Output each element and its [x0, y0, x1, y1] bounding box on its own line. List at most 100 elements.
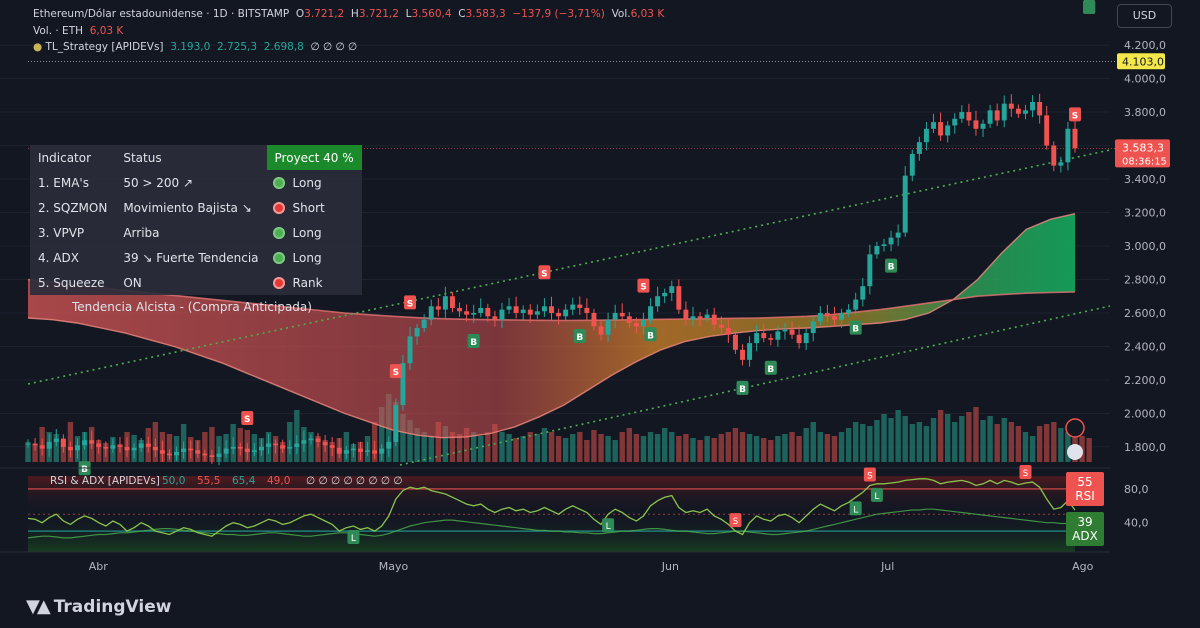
candle-body	[202, 453, 208, 456]
y-tick-label: 2.800,0	[1124, 273, 1166, 286]
volume-header: Vol. · ETH 6,03 K	[33, 25, 124, 37]
table-row: 1. EMA's 50 > 200 ↗ Long	[30, 170, 362, 195]
candle-body	[343, 450, 349, 454]
candle-body	[867, 254, 873, 287]
indicator-name: 4. ADX	[30, 245, 116, 270]
candle-body	[365, 450, 371, 452]
candle-body	[421, 319, 427, 329]
y-tick-label: 4.200,0	[1124, 39, 1166, 52]
candle-body	[888, 237, 894, 245]
candle-body	[96, 443, 102, 447]
volume-bar	[570, 434, 576, 462]
candle-body	[216, 453, 222, 457]
volume-bar	[654, 434, 661, 462]
volume-bar	[796, 436, 802, 462]
currency-button[interactable]: USD	[1117, 4, 1172, 28]
volume-bar	[548, 432, 555, 462]
volume-bar	[952, 422, 958, 462]
candle-body	[322, 441, 328, 446]
candle-body	[513, 306, 519, 313]
price-chart[interactable]: BBBBBBBBSSSSSSS 80,040,0LLLLLSSSRSI & AD…	[0, 0, 1200, 628]
volume-bar	[853, 422, 859, 462]
strategy-icon: ●	[33, 41, 43, 53]
y-tick-label: 1.800,0	[1124, 441, 1166, 454]
candle-body	[1001, 103, 1007, 121]
candle-body	[435, 306, 441, 310]
volume-bar	[810, 422, 816, 462]
rsi-name-label: RSI	[1075, 489, 1095, 503]
candle-body	[379, 448, 385, 454]
rsi-long-label: L	[874, 492, 879, 502]
volume-bar	[881, 414, 887, 462]
candle-body	[732, 334, 738, 350]
candle-body	[60, 438, 66, 447]
volume-bar	[541, 428, 548, 462]
candle-body	[244, 448, 250, 452]
candle-body	[301, 440, 307, 444]
candle-body	[697, 316, 703, 318]
candle-body	[577, 304, 583, 308]
candle-body	[789, 329, 795, 335]
buy-signal-label: B	[470, 338, 477, 348]
rsi-short-label: S	[867, 472, 873, 482]
volume-bar	[973, 407, 979, 462]
candle-body	[987, 110, 993, 124]
volume-bar	[753, 436, 760, 462]
volume-bar	[874, 420, 880, 462]
indicator-status: Movimiento Bajista ↘	[115, 195, 267, 220]
volume-bar	[789, 432, 795, 462]
volume-bar	[803, 428, 809, 462]
candle-body	[640, 319, 646, 327]
rsi-tick-label: 40,0	[1124, 517, 1149, 530]
volume-bar	[640, 436, 647, 462]
candle-body	[782, 329, 788, 332]
candle-body	[803, 333, 809, 344]
indicator-name: 1. EMA's	[30, 170, 116, 195]
candle-body	[223, 448, 229, 454]
x-tick-label: Ago	[1072, 560, 1094, 573]
volume-bar	[598, 434, 604, 462]
candle-body	[46, 441, 52, 449]
y-tick-label: 3.200,0	[1124, 207, 1166, 220]
candle-body	[1015, 108, 1021, 114]
candle-body	[874, 246, 880, 255]
volume-bar	[895, 410, 901, 462]
volume-bar	[1051, 422, 1057, 462]
symbol-header: Ethereum/Dólar estadounidense · 1D · BIT…	[33, 8, 665, 20]
candle-body	[478, 307, 484, 313]
volume-bar	[690, 438, 696, 462]
rsi-panel-value: 49,0	[267, 475, 290, 487]
volume-bar	[513, 438, 519, 462]
tradingview-logo[interactable]: ▼▲ TradingView	[26, 596, 171, 617]
candle-body	[350, 448, 356, 451]
volume-bar	[456, 434, 463, 462]
indicator-status: Arriba	[115, 220, 267, 245]
volume-bar	[562, 438, 569, 462]
candle-body	[386, 441, 392, 449]
candle-body	[966, 112, 972, 121]
strategy-header[interactable]: ● TL_Strategy [APIDEVs] 3.193,0 2.725,3 …	[33, 41, 357, 53]
candle-body	[237, 446, 243, 449]
x-tick-label: Jun	[661, 560, 679, 573]
volume-bar	[1044, 424, 1050, 462]
buy-signal-label: B	[767, 365, 774, 375]
candle-body	[110, 445, 116, 449]
candle-body	[824, 312, 830, 317]
volume-bar	[1001, 418, 1007, 462]
volume-bar	[725, 432, 732, 462]
candle-body	[768, 338, 774, 340]
volume-bar	[761, 438, 767, 462]
candle-body	[718, 324, 724, 329]
candle-body	[25, 443, 31, 445]
sell-signal-label: S	[407, 299, 413, 309]
candle-body	[174, 451, 180, 456]
volume-bar	[718, 434, 724, 462]
candle-body	[945, 125, 951, 136]
candle-body	[591, 312, 597, 327]
indicator-status: 39 ↘ Fuerte Tendencia	[115, 245, 267, 270]
buy-signal-label: B	[852, 325, 859, 335]
volume-bar	[577, 432, 583, 462]
table-head-project: Proyect 40 %	[266, 145, 362, 170]
candle-body	[881, 244, 887, 246]
volume-bar	[888, 418, 894, 462]
